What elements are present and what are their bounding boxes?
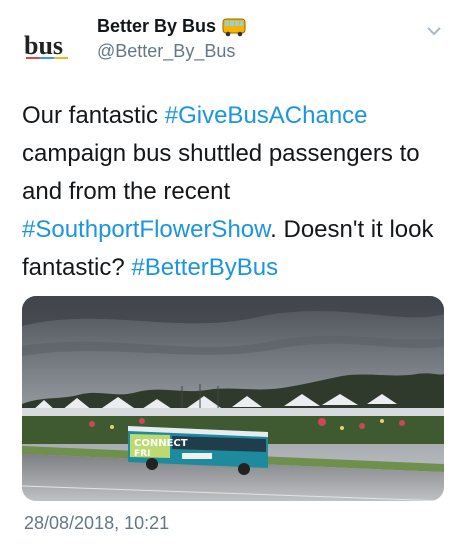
display-name-row[interactable]: Better By Bus — [97, 16, 246, 37]
tweet-text: Our fantastic #GiveBusAChance campaign b… — [22, 97, 452, 287]
bus-livery-text: CONNECT — [134, 438, 188, 449]
tweet-timestamp[interactable]: 28/08/2018, 10:21 — [24, 513, 169, 534]
account-handle[interactable]: @Better_By_Bus — [97, 41, 235, 62]
tweet-text-segment: Our fantastic — [22, 102, 165, 129]
tweet-photo[interactable]: CONNECT FRI — [22, 296, 444, 501]
chevron-down-icon[interactable] — [424, 22, 444, 40]
avatar-logo-text: bus — [24, 31, 63, 60]
hashtag-link[interactable]: #SouthportFlowerShow — [22, 216, 270, 243]
tweet-text-segment: campaign bus shuttled passengers to and … — [22, 140, 420, 205]
bus-emoji-icon — [222, 18, 246, 36]
bus-livery-text: FRI — [134, 449, 150, 459]
hashtag-link[interactable]: #BetterByBus — [131, 254, 278, 281]
avatar[interactable]: bus — [24, 24, 80, 64]
hashtag-link[interactable]: #GiveBusAChance — [165, 102, 368, 129]
display-name[interactable]: Better By Bus — [97, 16, 216, 37]
